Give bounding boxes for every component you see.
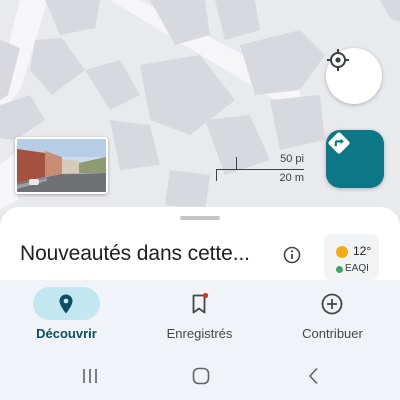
back-icon[interactable] [302,364,326,388]
nav-label: Découvrir [36,326,97,341]
map-scale: 50 pi 20 m [214,150,304,186]
weather-chip[interactable]: 12° EAQI [324,234,379,280]
air-quality-label: EAQI [345,263,369,274]
sun-icon [336,246,348,258]
sheet-drag-handle[interactable] [180,216,220,220]
my-location-button[interactable] [326,48,382,104]
map-view[interactable]: 50 pi 20 m [0,0,400,225]
crosshair-icon [327,49,349,71]
explore-sheet[interactable]: Nouveautés dans cette... 12° EAQI [0,207,400,287]
directions-button[interactable] [326,130,384,188]
nav-item-decouvrir[interactable]: Découvrir [0,280,133,352]
bookmark-icon [192,292,209,314]
sheet-title[interactable]: Nouveautés dans cette... [20,242,250,266]
street-view-thumbnail[interactable] [15,137,108,194]
temperature: 12° [353,244,372,258]
bottom-navigation: Découvrir Enregistrés Contribuer [0,280,400,352]
location-pin-icon [59,294,73,314]
nav-label: Enregistrés [166,326,233,341]
recents-icon[interactable] [78,364,102,388]
nav-item-contribuer[interactable]: Contribuer [266,280,399,352]
scale-metric-label: 20 m [279,172,304,184]
street-view-image [17,139,106,192]
air-quality-dot [336,266,343,273]
directions-icon [328,132,350,154]
nav-label: Contribuer [302,326,363,341]
info-icon[interactable] [283,246,301,264]
system-navigation-bar [0,352,400,400]
add-circle-icon [321,293,343,315]
nav-item-enregistres[interactable]: Enregistrés [133,280,266,352]
home-icon[interactable] [189,364,213,388]
scale-imperial-label: 50 pi [280,153,304,165]
